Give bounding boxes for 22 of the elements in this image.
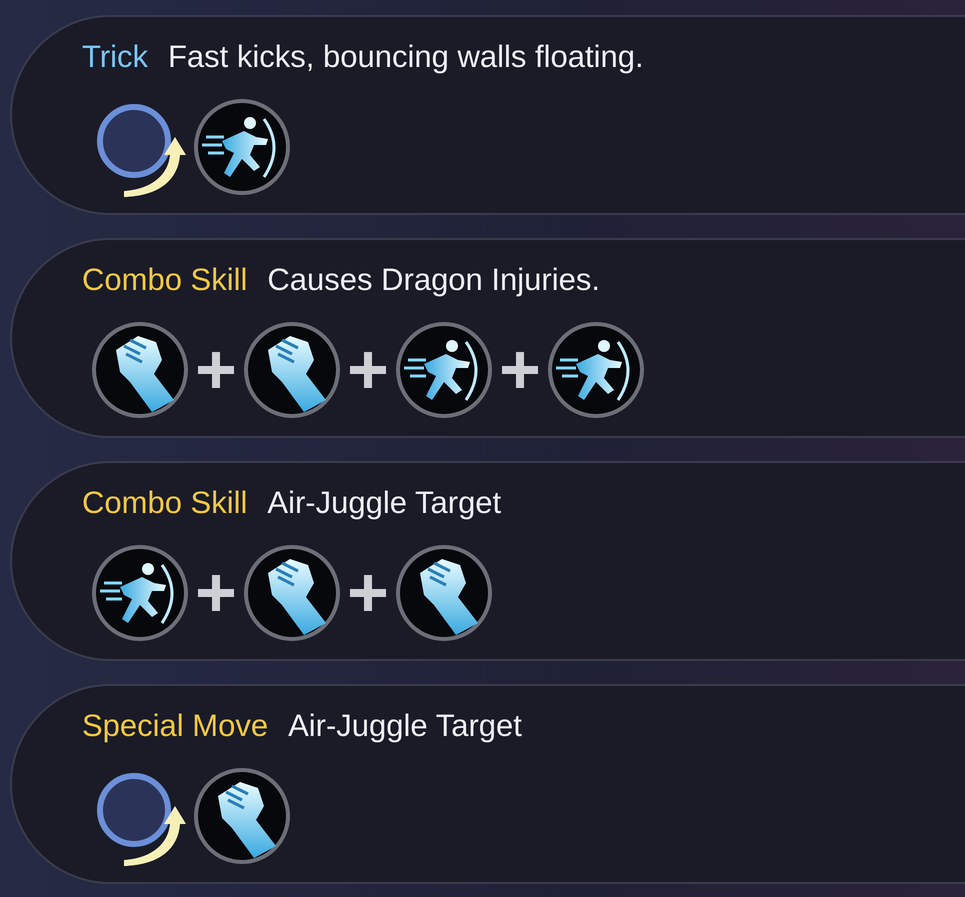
- plus-icon: [348, 573, 388, 613]
- move-description: Fast kicks, bouncing walls floating.: [168, 39, 644, 75]
- fist-icon: [192, 766, 292, 866]
- running-figure-icon: [192, 97, 292, 197]
- fist-icon: [394, 543, 494, 643]
- running-figure-icon: [546, 320, 646, 420]
- move-type: Trick: [82, 39, 148, 75]
- move-description: Air-Juggle Target: [288, 708, 522, 744]
- move-type: Special Move: [82, 708, 268, 744]
- move-type: Combo Skill: [82, 262, 248, 298]
- fist-icon: [90, 320, 190, 420]
- plus-icon: [348, 350, 388, 390]
- move-description: Causes Dragon Injuries.: [267, 262, 600, 298]
- plus-icon: [196, 573, 236, 613]
- plus-icon: [500, 350, 540, 390]
- move-description: Air-Juggle Target: [267, 485, 502, 521]
- plus-icon: [196, 350, 236, 390]
- fist-icon: [242, 543, 342, 643]
- move-type: Combo Skill: [82, 485, 248, 521]
- fist-icon: [242, 320, 342, 420]
- running-figure-icon: [90, 543, 190, 643]
- running-figure-icon: [394, 320, 494, 420]
